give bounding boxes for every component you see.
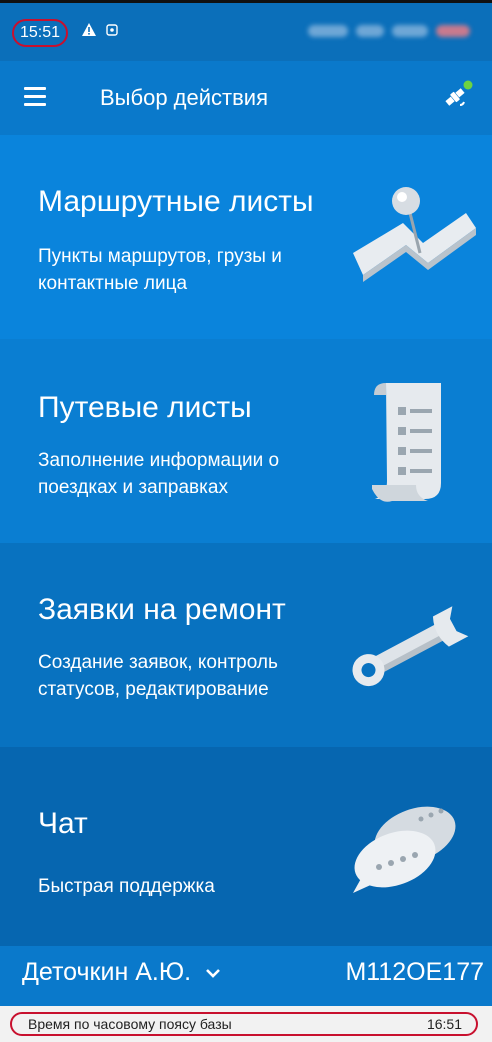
card-title: Путевые листы: [38, 391, 252, 424]
app-bar: Выбор действия: [0, 61, 492, 135]
card-title: Маршрутные листы: [38, 185, 314, 218]
status-notification-icons: [82, 23, 118, 36]
card-title: Чат: [38, 807, 88, 840]
chat-card[interactable]: Чат Быстрая поддержка: [0, 747, 492, 946]
warning-icon: [82, 23, 96, 36]
hamburger-menu-icon[interactable]: [24, 87, 46, 106]
card-title: Заявки на ремонт: [38, 593, 286, 626]
satellite-icon: [445, 80, 473, 106]
timezone-label: Время по часовому поясу базы: [28, 1016, 232, 1032]
status-clock-highlight: 15:51: [12, 19, 69, 47]
timezone-bar: Время по часовому поясу базы 16:51: [0, 1006, 492, 1042]
vehicle-plate: М112ОЕ177: [345, 958, 484, 986]
route-sheets-card[interactable]: Маршрутные листы Пункты маршрутов, грузы…: [0, 135, 492, 339]
driver-vehicle-bar: Деточкин А.Ю. М112ОЕ177: [0, 946, 492, 1006]
card-subtitle: Пункты маршрутов, грузы и контактные лиц…: [38, 246, 282, 294]
timezone-highlight: Время по часовому поясу базы 16:51: [10, 1012, 478, 1036]
notification-icon: [106, 23, 118, 36]
card-subtitle: Заполнение информации о поездках и запра…: [38, 450, 280, 498]
status-clock: 15:51: [20, 24, 61, 41]
chat-bubbles-icon: [353, 806, 456, 893]
timezone-time: 16:51: [426, 1016, 462, 1032]
repair-requests-card[interactable]: Заявки на ремонт Создание заявок, контро…: [0, 543, 492, 747]
card-subtitle: Создание заявок, контроль статусов, реда…: [38, 652, 278, 700]
card-subtitle: Быстрая поддержка: [38, 876, 215, 897]
page-title: Выбор действия: [100, 85, 268, 110]
driver-name: Деточкин А.Ю.: [22, 958, 192, 986]
driver-selector[interactable]: Деточкин А.Ю.: [22, 958, 221, 987]
document-scroll-icon: [372, 383, 441, 502]
satellite-status-button[interactable]: [440, 79, 474, 113]
waybills-card[interactable]: Путевые листы Заполнение информации о по…: [0, 339, 492, 543]
status-system-icons: [308, 25, 470, 37]
chevron-down-icon: [206, 968, 220, 978]
map-pin-icon: [353, 187, 476, 282]
wrench-icon: [352, 606, 469, 687]
status-bar: 15:51: [0, 3, 492, 61]
